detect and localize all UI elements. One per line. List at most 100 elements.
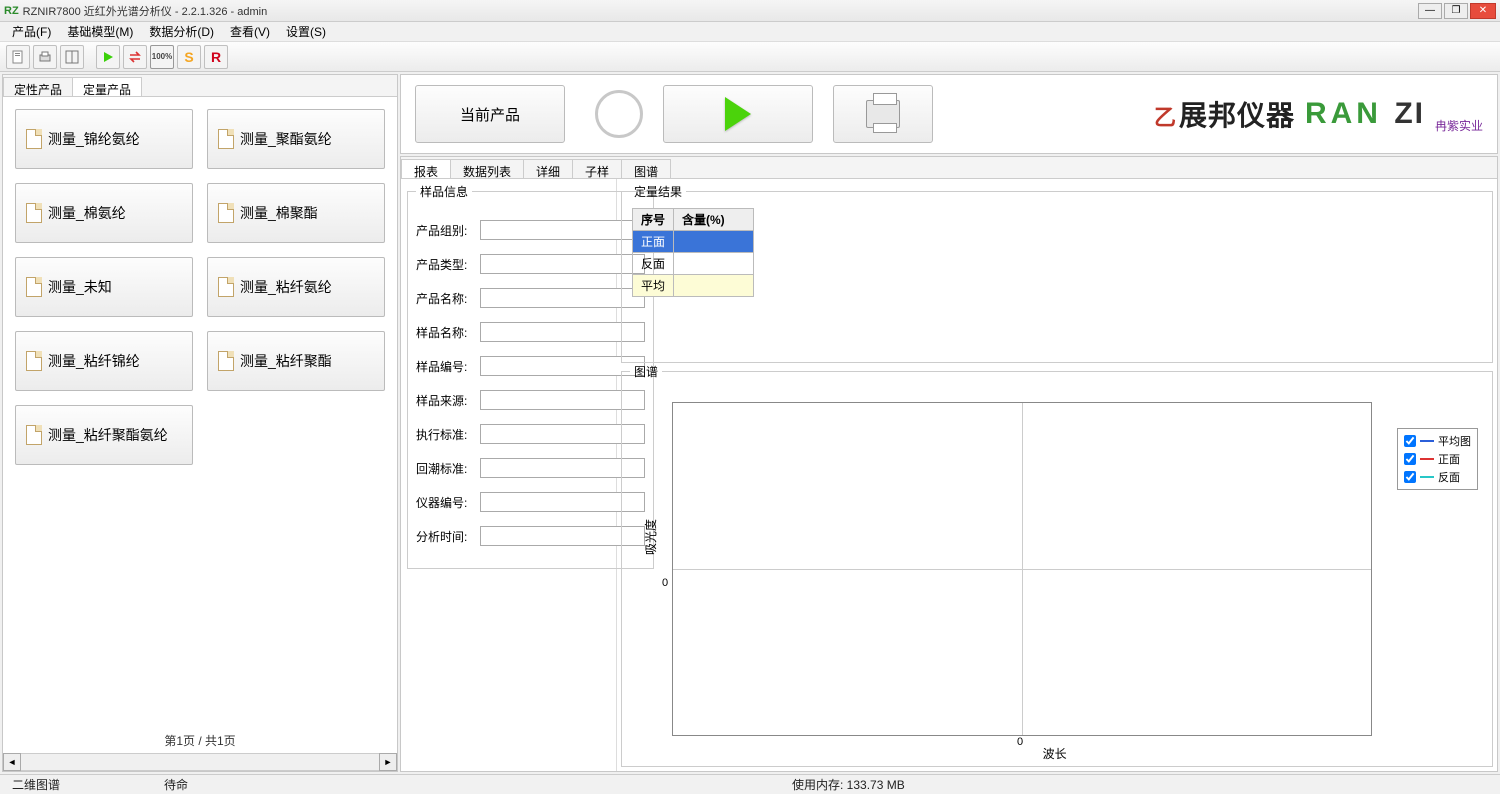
- tab-spectrum[interactable]: 图谱: [621, 159, 671, 178]
- status-memory: 使用内存: 133.73 MB: [780, 776, 917, 793]
- product-item[interactable]: 测量_粘纤聚酯氨纶: [15, 405, 193, 465]
- layout-icon[interactable]: [60, 45, 84, 69]
- legend-check-avg[interactable]: [1404, 435, 1416, 447]
- chart-ytick: 0: [662, 577, 668, 589]
- cell-value: [674, 253, 754, 275]
- legend-line-icon: [1420, 440, 1434, 442]
- table-row-front[interactable]: 正面: [633, 231, 754, 253]
- tab-data-list[interactable]: 数据列表: [450, 159, 524, 178]
- scroll-right-icon[interactable]: ►: [379, 753, 397, 771]
- legend-label: 平均图: [1438, 433, 1471, 449]
- label-sno: 样品编号:: [416, 358, 474, 375]
- current-product-button[interactable]: 当前产品: [415, 85, 565, 143]
- label-name: 产品名称:: [416, 290, 474, 307]
- zoom-100-icon[interactable]: 100%: [150, 45, 174, 69]
- product-item[interactable]: 测量_聚酯氨纶: [207, 109, 385, 169]
- product-label: 测量_锦纶氨纶: [48, 129, 140, 149]
- tab-detail[interactable]: 详细: [523, 159, 573, 178]
- toolbar: 100% S R: [0, 42, 1500, 72]
- tab-qualitative[interactable]: 定性产品: [3, 77, 73, 96]
- menu-model[interactable]: 基础模型(M): [59, 21, 141, 42]
- scroll-track[interactable]: [21, 753, 379, 771]
- new-doc-icon[interactable]: [6, 45, 30, 69]
- col-content: 含量(%): [674, 209, 754, 231]
- cell-label: 反面: [633, 253, 674, 275]
- product-item[interactable]: 测量_棉聚酯: [207, 183, 385, 243]
- legend-label: 正面: [1438, 451, 1460, 467]
- cell-label: 正面: [633, 231, 674, 253]
- print-button[interactable]: [833, 85, 933, 143]
- r-icon[interactable]: R: [204, 45, 228, 69]
- chart-ylabel: 吸光度: [642, 519, 659, 555]
- work-area: 报表 数据列表 详细 子样 图谱 样品信息 产品组别: 产品类型: 产品名称: …: [400, 156, 1498, 772]
- label-time: 分析时间:: [416, 528, 474, 545]
- document-icon: [26, 425, 42, 445]
- brand-cn: 展邦仪器: [1179, 94, 1295, 134]
- swap-icon[interactable]: [123, 45, 147, 69]
- chart-legend-title: 图谱: [630, 363, 662, 380]
- legend-line-icon: [1420, 476, 1434, 478]
- status-state: 待命: [152, 776, 200, 793]
- close-button[interactable]: ✕: [1470, 3, 1496, 19]
- print-icon[interactable]: [33, 45, 57, 69]
- tab-quantitative[interactable]: 定量产品: [72, 77, 142, 96]
- menu-analysis[interactable]: 数据分析(D): [141, 21, 222, 42]
- product-item[interactable]: 测量_粘纤氨纶: [207, 257, 385, 317]
- result-table: 序号 含量(%) 正面 反面 平均: [632, 208, 754, 297]
- menu-product[interactable]: 产品(F): [4, 21, 59, 42]
- legend-line-icon: [1420, 458, 1434, 460]
- legend-check-front[interactable]: [1404, 453, 1416, 465]
- action-strip: 当前产品 乙 展邦仪器 RAN ZI 冉紫实业: [400, 74, 1498, 154]
- minimize-button[interactable]: —: [1418, 3, 1442, 19]
- menu-view[interactable]: 查看(V): [222, 21, 278, 42]
- table-row-back[interactable]: 反面: [633, 253, 754, 275]
- document-icon: [26, 277, 42, 297]
- label-moist: 回潮标准:: [416, 460, 474, 477]
- document-icon: [218, 277, 234, 297]
- brand-en: RAN ZI: [1305, 97, 1425, 131]
- current-product-label: 当前产品: [460, 104, 520, 125]
- product-item[interactable]: 测量_棉氨纶: [15, 183, 193, 243]
- product-scrollbar[interactable]: ◄ ►: [3, 753, 397, 771]
- menu-bar: 产品(F) 基础模型(M) 数据分析(D) 查看(V) 设置(S): [0, 22, 1500, 42]
- product-label: 测量_棉氨纶: [48, 203, 126, 223]
- product-item[interactable]: 测量_锦纶氨纶: [15, 109, 193, 169]
- s-icon[interactable]: S: [177, 45, 201, 69]
- printer-icon: [866, 100, 900, 128]
- label-std: 执行标准:: [416, 426, 474, 443]
- table-row-avg[interactable]: 平均: [633, 275, 754, 297]
- label-source: 样品来源:: [416, 392, 474, 409]
- product-item[interactable]: 测量_粘纤锦纶: [15, 331, 193, 391]
- start-button[interactable]: [663, 85, 813, 143]
- label-inst: 仪器编号:: [416, 494, 474, 511]
- restore-button[interactable]: ❐: [1444, 3, 1468, 19]
- legend-check-back[interactable]: [1404, 471, 1416, 483]
- document-icon: [218, 203, 234, 223]
- product-label: 测量_棉聚酯: [240, 203, 318, 223]
- product-item[interactable]: 测量_粘纤聚酯: [207, 331, 385, 391]
- window-titlebar: RZ RZNIR7800 近红外光谱分析仪 - 2.2.1.326 - admi…: [0, 0, 1500, 22]
- product-item[interactable]: 测量_未知: [15, 257, 193, 317]
- document-icon: [26, 129, 42, 149]
- cell-value: [674, 231, 754, 253]
- scroll-left-icon[interactable]: ◄: [3, 753, 21, 771]
- quant-result-legend: 定量结果: [630, 183, 686, 200]
- status-indicator-icon: [595, 90, 643, 138]
- run-icon[interactable]: [96, 45, 120, 69]
- document-icon: [218, 351, 234, 371]
- chart-panel: 图谱 吸光度 0 0 波长 平均图 正面: [621, 363, 1493, 767]
- status-bar: 二维图谱 待命 使用内存: 133.73 MB: [0, 774, 1500, 794]
- document-icon: [26, 203, 42, 223]
- sample-info-legend: 样品信息: [416, 183, 472, 200]
- label-type: 产品类型:: [416, 256, 474, 273]
- tab-subsample[interactable]: 子样: [572, 159, 622, 178]
- app-logo: RZ: [4, 5, 19, 17]
- tab-report[interactable]: 报表: [401, 159, 451, 178]
- play-icon: [725, 97, 751, 131]
- brand-tag: 冉紫实业: [1435, 117, 1483, 134]
- chart-plot-area[interactable]: [672, 402, 1372, 736]
- sample-info-panel: 样品信息 产品组别: 产品类型: 产品名称: 样品名称: 样品编号: 样品来源:…: [401, 179, 617, 771]
- legend-label: 反面: [1438, 469, 1460, 485]
- brand-mark-icon: 乙: [1154, 100, 1177, 132]
- menu-settings[interactable]: 设置(S): [278, 21, 334, 42]
